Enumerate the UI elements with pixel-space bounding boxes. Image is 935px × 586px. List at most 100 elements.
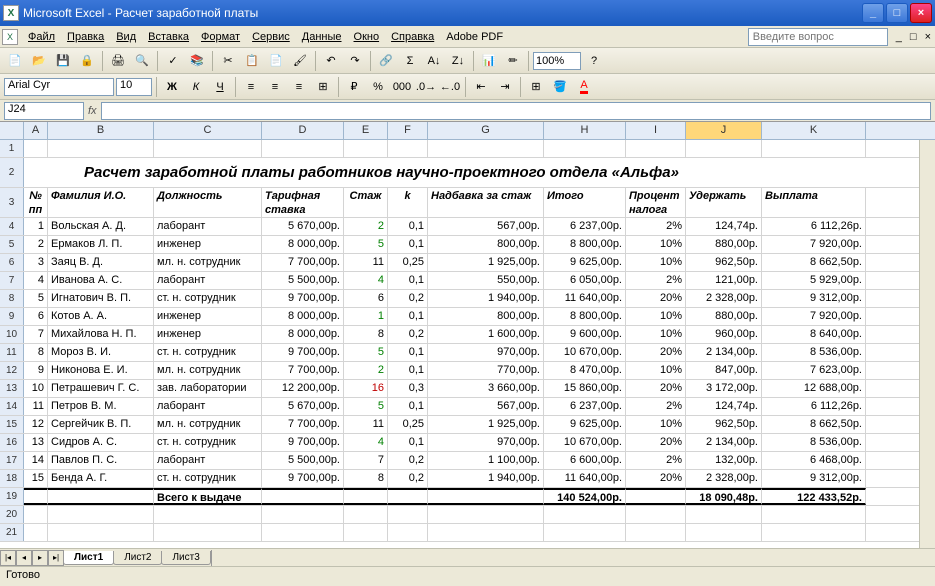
cell[interactable]: 2% — [626, 272, 686, 289]
help-button[interactable]: ? — [583, 50, 605, 72]
cell[interactable]: 20% — [626, 380, 686, 397]
cell[interactable]: 567,00р. — [428, 398, 544, 415]
row-header[interactable]: 8 — [0, 290, 24, 307]
menu-view[interactable]: Вид — [110, 29, 142, 45]
cell[interactable] — [388, 524, 428, 541]
cell[interactable]: 5 929,00р. — [762, 272, 866, 289]
row-header[interactable]: 12 — [0, 362, 24, 379]
row-header[interactable]: 17 — [0, 452, 24, 469]
cell[interactable]: Заяц В. Д. — [48, 254, 154, 271]
cell[interactable]: 6 468,00р. — [762, 452, 866, 469]
cell[interactable]: ст. н. сотрудник — [154, 434, 262, 451]
cell[interactable]: 2 134,00р. — [686, 434, 762, 451]
copy-button[interactable]: 📋 — [241, 50, 263, 72]
cell[interactable]: 6 — [344, 290, 388, 307]
row[interactable]: 1411Петров В. М.лаборант5 670,00р.50,156… — [0, 398, 935, 416]
cell[interactable]: 800,00р. — [428, 308, 544, 325]
cell[interactable] — [262, 524, 344, 541]
cell[interactable]: 0,2 — [388, 290, 428, 307]
row[interactable]: 1 — [0, 140, 935, 158]
paste-button[interactable]: 📄 — [265, 50, 287, 72]
cell[interactable] — [686, 524, 762, 541]
percent-button[interactable]: % — [367, 76, 389, 98]
cell[interactable]: 3 660,00р. — [428, 380, 544, 397]
decrease-indent-button[interactable]: ⇤ — [470, 76, 492, 98]
cell[interactable] — [428, 488, 544, 505]
cell[interactable]: 10 670,00р. — [544, 344, 626, 361]
open-button[interactable]: 📂 — [28, 50, 50, 72]
preview-button[interactable]: 🔍 — [131, 50, 153, 72]
doc-restore[interactable]: □ — [906, 31, 921, 43]
cell[interactable]: 9 — [24, 362, 48, 379]
cell[interactable] — [262, 140, 344, 157]
cell[interactable]: 6 600,00р. — [544, 452, 626, 469]
cell[interactable]: Игнатович В. П. — [48, 290, 154, 307]
cell[interactable]: Никонова Е. И. — [48, 362, 154, 379]
cell[interactable]: Михайлова Н. П. — [48, 326, 154, 343]
cell[interactable]: 1 100,00р. — [428, 452, 544, 469]
cell[interactable]: мл. н. сотрудник — [154, 416, 262, 433]
menu-insert[interactable]: Вставка — [142, 29, 195, 45]
cell[interactable]: 962,50р. — [686, 254, 762, 271]
sheet-tab-3[interactable]: Лист3 — [161, 551, 210, 565]
minimize-button[interactable]: _ — [862, 3, 884, 23]
cell[interactable]: 8 000,00р. — [262, 236, 344, 253]
cell[interactable]: 15 860,00р. — [544, 380, 626, 397]
row[interactable]: 41Вольская А. Д.лаборант5 670,00р.20,156… — [0, 218, 935, 236]
cell[interactable] — [154, 140, 262, 157]
comma-button[interactable]: 000 — [391, 76, 413, 98]
cell[interactable]: 2 328,00р. — [686, 290, 762, 307]
cell[interactable]: 6 050,00р. — [544, 272, 626, 289]
cell[interactable]: ст. н. сотрудник — [154, 344, 262, 361]
cell[interactable]: Всего к выдаче — [154, 488, 262, 505]
undo-button[interactable]: ↶ — [320, 50, 342, 72]
cell[interactable]: Удержать — [686, 188, 762, 217]
cell[interactable]: лаборант — [154, 398, 262, 415]
cell[interactable]: 124,74р. — [686, 398, 762, 415]
cell[interactable]: 2 134,00р. — [686, 344, 762, 361]
row[interactable]: 21 — [0, 524, 935, 542]
cell[interactable]: 10% — [626, 326, 686, 343]
cell[interactable]: 4 — [24, 272, 48, 289]
align-center-button[interactable]: ≡ — [264, 76, 286, 98]
cell[interactable]: 11 640,00р. — [544, 470, 626, 487]
col-header[interactable]: E — [344, 122, 388, 139]
tab-next-button[interactable]: ▸ — [32, 550, 48, 566]
title-row[interactable]: 2Расчет заработной платы работников науч… — [0, 158, 935, 188]
cell[interactable] — [388, 140, 428, 157]
cell[interactable]: 5 — [24, 290, 48, 307]
cell[interactable]: 0,1 — [388, 344, 428, 361]
cell[interactable]: лаборант — [154, 452, 262, 469]
save-button[interactable]: 💾 — [52, 50, 74, 72]
row-header[interactable]: 11 — [0, 344, 24, 361]
cell[interactable]: 16 — [344, 380, 388, 397]
cell[interactable]: Мороз В. И. — [48, 344, 154, 361]
cell[interactable]: 12 688,00р. — [762, 380, 866, 397]
cell[interactable]: мл. н. сотрудник — [154, 362, 262, 379]
row-header[interactable]: 20 — [0, 506, 24, 523]
cell[interactable]: k — [388, 188, 428, 217]
cell[interactable]: 8 536,00р. — [762, 344, 866, 361]
cell[interactable] — [24, 506, 48, 523]
row-header[interactable]: 7 — [0, 272, 24, 289]
research-button[interactable]: 📚 — [186, 50, 208, 72]
cell[interactable]: 8 000,00р. — [262, 308, 344, 325]
row-header[interactable]: 16 — [0, 434, 24, 451]
cell[interactable]: 1 — [344, 308, 388, 325]
cell[interactable]: Сидров А. С. — [48, 434, 154, 451]
row-header[interactable]: 13 — [0, 380, 24, 397]
cell[interactable]: 9 700,00р. — [262, 470, 344, 487]
cell[interactable]: 8 800,00р. — [544, 236, 626, 253]
row-header[interactable]: 14 — [0, 398, 24, 415]
cell[interactable]: 6 112,26р. — [762, 398, 866, 415]
spellcheck-button[interactable]: ✓ — [162, 50, 184, 72]
cell[interactable]: Котов А. А. — [48, 308, 154, 325]
row[interactable]: 63Заяц В. Д.мл. н. сотрудник7 700,00р.11… — [0, 254, 935, 272]
row-header[interactable]: 21 — [0, 524, 24, 541]
cell[interactable]: 7 — [344, 452, 388, 469]
col-header[interactable]: H — [544, 122, 626, 139]
font-color-button[interactable]: A — [573, 76, 595, 98]
cell[interactable]: 9 700,00р. — [262, 434, 344, 451]
cell[interactable] — [388, 488, 428, 505]
row[interactable]: 96Котов А. А.инженер8 000,00р.10,1800,00… — [0, 308, 935, 326]
